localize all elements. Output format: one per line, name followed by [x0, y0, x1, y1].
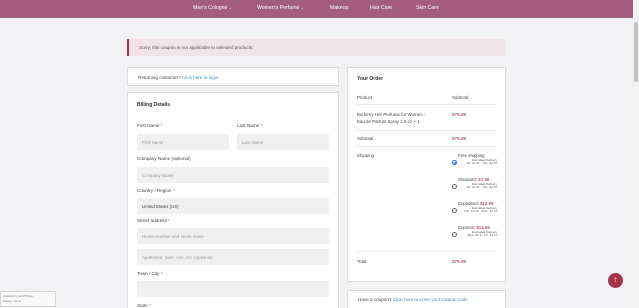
recaptcha-badge[interactable]: protected by reCAPTCHA Privacy - Terms	[0, 291, 56, 307]
product-name-line1: Burberry Her Perfume for Women -	[357, 112, 426, 117]
company-label: Company Name (optional)	[137, 156, 191, 161]
notice-text: Sorry, this coupon is not applicable to …	[139, 45, 254, 50]
your-order-title: Your Order	[357, 76, 384, 82]
shipping-label: Shipping	[357, 153, 375, 158]
divider	[357, 104, 497, 105]
returning-customer-box: Returning customer? Click here to login	[127, 67, 339, 86]
product-price: $79.99	[452, 112, 467, 117]
chevron-down-icon: ⌄	[300, 5, 304, 10]
shipping-radio-expedited[interactable]	[452, 208, 457, 213]
subtotal-column-header: Subtotal	[452, 95, 469, 100]
street-address-label: Street address *	[137, 218, 170, 223]
total-label: Total	[357, 259, 367, 264]
arrow-up-icon: ↑	[613, 275, 618, 284]
returning-customer-text: Returning customer?	[138, 75, 181, 80]
product-name-line2: Eau de Parfum Spray 1.6 oz × 1	[357, 119, 420, 124]
coupon-link[interactable]: Click here to enter your coupon code	[393, 297, 468, 302]
last-name-input[interactable]: Last Name	[237, 134, 329, 150]
chevron-down-icon: ⌄	[228, 5, 232, 10]
shipping-estimate: Estimated Delivery Wed, Jul 9 - Fri, Jul …	[467, 230, 497, 238]
product-column-header: Product	[357, 95, 373, 100]
shipping-radio-standard[interactable]	[452, 184, 457, 189]
subtotal-value: $79.99	[452, 136, 467, 141]
last-name-label: Last Name *	[237, 123, 263, 128]
shipping-radio-free[interactable]	[452, 160, 457, 165]
subtotal-label: Subtotal	[357, 136, 374, 141]
coupon-text: Have a coupon?	[358, 297, 392, 302]
recaptcha-links[interactable]: Privacy - Terms	[3, 300, 21, 303]
state-label: State *	[137, 303, 151, 308]
shipping-estimate: Estimated Delivery Fri, Jul 11 - Tue, Jul…	[466, 158, 497, 166]
nav-makeup[interactable]: Makeup	[330, 5, 348, 11]
scrollbar-thumb[interactable]	[634, 22, 638, 82]
divider	[357, 251, 497, 252]
main-navbar: Men's Cologne⌄ Women's Perfume⌄ Makeup H…	[0, 0, 633, 18]
recaptcha-text: protected by reCAPTCHA	[3, 295, 33, 298]
street-address-input[interactable]: House number and street name	[137, 228, 329, 244]
divider	[357, 146, 497, 147]
nav-hair-care[interactable]: Hair Care	[370, 5, 392, 11]
apartment-input[interactable]: Apartment, suite, unit, etc. (optional)	[137, 249, 329, 265]
scroll-to-top-button[interactable]: ↑	[608, 273, 623, 288]
nav-womens-perfume[interactable]: Women's Perfume⌄	[257, 5, 304, 11]
total-value: $79.99	[452, 259, 467, 264]
first-name-label: First Name *	[137, 123, 163, 128]
first-name-input[interactable]: First Name	[137, 134, 229, 150]
nav-mens-cologne[interactable]: Men's Cologne⌄	[193, 5, 232, 11]
city-input[interactable]	[137, 281, 329, 297]
country-label: Country / Region *	[137, 188, 175, 193]
divider	[357, 130, 497, 131]
shipping-estimate: Estimated Delivery Thu, Jul 10 - Mon, Jul…	[463, 206, 497, 214]
coupon-box: Have a coupon? Click here to enter your …	[347, 290, 506, 308]
country-select[interactable]: United States (US) ⌄	[137, 198, 329, 214]
nav-skin-care[interactable]: Skin Care	[416, 5, 439, 11]
chevron-down-icon: ⌄	[142, 203, 146, 209]
shipping-radio-express[interactable]	[452, 232, 457, 237]
billing-details-title: Billing Details	[137, 102, 171, 108]
city-label: Town / City *	[137, 271, 163, 276]
company-input[interactable]: Company Name	[137, 167, 329, 183]
shipping-estimate: Estimated Delivery Fri, Jul 11 - Tue, Jul…	[466, 182, 497, 190]
coupon-error-notice: Sorry, this coupon is not applicable to …	[127, 39, 506, 56]
login-link[interactable]: Click here to login	[182, 75, 219, 80]
